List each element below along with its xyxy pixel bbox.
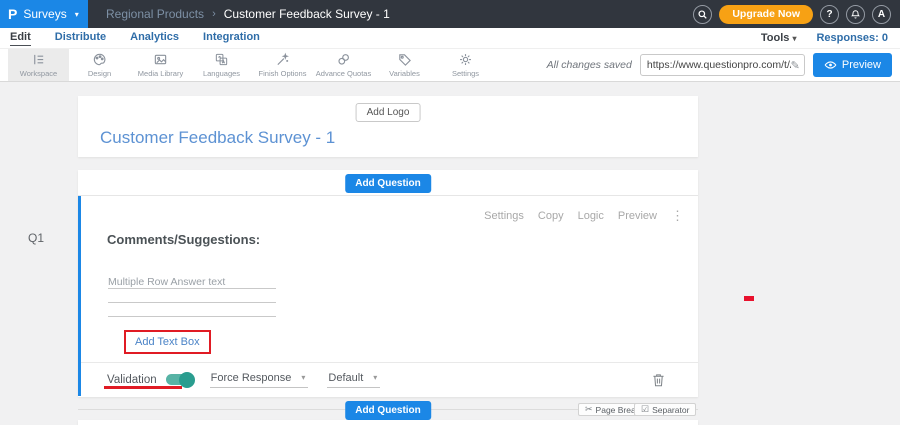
subnav: Edit Distribute Analytics Integration To… bbox=[0, 28, 900, 49]
question-number: Q1 bbox=[28, 231, 44, 245]
survey-header-card: Add Logo Customer Feedback Survey - 1 bbox=[78, 96, 698, 157]
delete-question-button[interactable] bbox=[652, 373, 665, 387]
tab-analytics[interactable]: Analytics bbox=[130, 31, 179, 45]
survey-url-field: ✎ bbox=[640, 54, 805, 76]
topbar: P Surveys ▾ Regional Products › Customer… bbox=[0, 0, 900, 28]
question-preview-link[interactable]: Preview bbox=[618, 210, 657, 222]
trash-icon bbox=[652, 373, 665, 387]
tool-advance-quotas[interactable]: Advance Quotas bbox=[313, 49, 374, 81]
scissors-icon: ✂ bbox=[585, 404, 593, 415]
quotas-icon bbox=[336, 52, 351, 67]
notifications-button[interactable] bbox=[846, 5, 865, 24]
chevron-down-icon: ▾ bbox=[792, 34, 796, 43]
annotation-red-dash bbox=[744, 296, 754, 301]
tool-settings[interactable]: Settings bbox=[435, 49, 496, 81]
question-copy-link[interactable]: Copy bbox=[538, 210, 564, 222]
breadcrumb-current: Customer Feedback Survey - 1 bbox=[224, 7, 390, 21]
upgrade-now-button[interactable]: Upgrade Now bbox=[719, 5, 813, 24]
help-button[interactable]: ? bbox=[820, 5, 839, 24]
answer-row-input-2[interactable] bbox=[108, 289, 276, 303]
annotation-red-underline bbox=[104, 386, 182, 389]
gear-icon bbox=[458, 52, 473, 67]
question-body: Settings Copy Logic Preview ⋮ Comments/S… bbox=[78, 196, 698, 396]
image-icon bbox=[153, 52, 168, 67]
validation-bar: Validation Force Response ▾ Default ▾ bbox=[81, 362, 698, 396]
tool-languages[interactable]: Languages bbox=[191, 49, 252, 81]
palette-icon bbox=[92, 52, 107, 67]
answer-row-input-3[interactable] bbox=[108, 303, 276, 317]
edit-toolbar: Workspace Design Media Library Languages… bbox=[0, 49, 900, 82]
survey-title[interactable]: Customer Feedback Survey - 1 bbox=[100, 128, 335, 148]
brand-label: Surveys bbox=[23, 7, 66, 21]
question-card: Add Question Settings Copy Logic Preview… bbox=[78, 170, 698, 397]
bell-icon bbox=[850, 9, 861, 20]
tool-finish-options[interactable]: Finish Options bbox=[252, 49, 313, 81]
tab-edit[interactable]: Edit bbox=[10, 31, 31, 46]
tool-workspace[interactable]: Workspace bbox=[8, 49, 69, 81]
eye-icon bbox=[824, 60, 837, 70]
topbar-actions: Upgrade Now ? A bbox=[693, 5, 900, 24]
kebab-menu-icon[interactable]: ⋮ bbox=[671, 208, 684, 224]
question-menu: Settings Copy Logic Preview ⋮ bbox=[484, 208, 684, 224]
workspace-icon bbox=[31, 52, 46, 67]
translate-icon bbox=[214, 52, 229, 67]
brand-menu[interactable]: P Surveys ▾ bbox=[0, 0, 88, 28]
breadcrumb: Regional Products › Customer Feedback Su… bbox=[106, 7, 390, 21]
answer-row-input-1[interactable] bbox=[108, 275, 276, 289]
between-questions-row: Add Question ✂ Page Break ☑ Separator bbox=[78, 400, 698, 418]
separator-button[interactable]: ☑ Separator bbox=[634, 403, 696, 416]
breadcrumb-separator: › bbox=[212, 8, 216, 20]
preview-button[interactable]: Preview bbox=[813, 53, 892, 77]
default-select[interactable]: Default ▾ bbox=[327, 372, 380, 388]
tab-distribute[interactable]: Distribute bbox=[55, 31, 106, 45]
add-question-button-top[interactable]: Add Question bbox=[345, 174, 431, 193]
chevron-down-icon: ▾ bbox=[75, 10, 79, 19]
tag-icon bbox=[397, 52, 412, 67]
answer-rows bbox=[108, 275, 276, 317]
force-response-select[interactable]: Force Response ▾ bbox=[210, 372, 309, 388]
tools-dropdown[interactable]: Tools ▾ bbox=[761, 32, 797, 44]
add-question-strip: Add Question bbox=[78, 170, 698, 196]
tool-design[interactable]: Design bbox=[69, 49, 130, 81]
tab-integration[interactable]: Integration bbox=[203, 31, 260, 45]
question-logic-link[interactable]: Logic bbox=[578, 210, 604, 222]
tool-media-library[interactable]: Media Library bbox=[130, 49, 191, 81]
question-settings-link[interactable]: Settings bbox=[484, 210, 524, 222]
tool-variables[interactable]: Variables bbox=[374, 49, 435, 81]
add-question-button-bottom[interactable]: Add Question bbox=[345, 401, 431, 420]
search-icon bbox=[697, 9, 708, 20]
wand-icon bbox=[275, 52, 290, 67]
search-button[interactable] bbox=[693, 5, 712, 24]
questionpro-logo: P bbox=[8, 7, 17, 21]
validation-toggle[interactable] bbox=[166, 374, 193, 385]
breadcrumb-parent[interactable]: Regional Products bbox=[106, 7, 204, 21]
question-text[interactable]: Comments/Suggestions: bbox=[107, 232, 260, 247]
edit-pencil-icon[interactable]: ✎ bbox=[791, 59, 800, 72]
add-text-box-button[interactable]: Add Text Box bbox=[126, 332, 209, 352]
checkbox-icon: ☑ bbox=[641, 404, 649, 415]
add-logo-button[interactable]: Add Logo bbox=[356, 103, 421, 122]
editor-canvas: Add Logo Customer Feedback Survey - 1 Q1… bbox=[0, 83, 900, 425]
question-mark-icon: ? bbox=[826, 9, 832, 20]
responses-link[interactable]: Responses: 0 bbox=[816, 32, 888, 44]
next-card-edge bbox=[78, 420, 698, 425]
chevron-down-icon: ▾ bbox=[301, 373, 305, 382]
annotation-highlight-box: Add Text Box bbox=[124, 330, 211, 354]
chevron-down-icon: ▾ bbox=[373, 373, 377, 382]
avatar[interactable]: A bbox=[872, 5, 891, 24]
validation-label: Validation bbox=[107, 374, 157, 386]
autosave-status: All changes saved bbox=[547, 59, 632, 71]
survey-url-input[interactable] bbox=[647, 59, 791, 71]
